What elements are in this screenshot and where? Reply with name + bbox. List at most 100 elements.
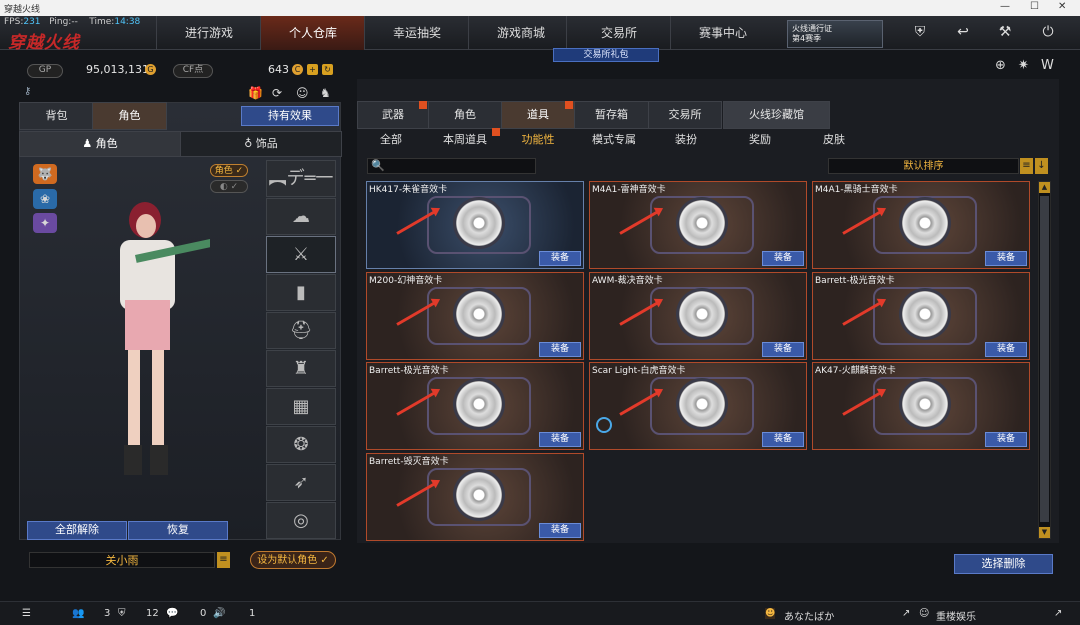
username[interactable]: あなたばか [784, 608, 834, 623]
expand-icon[interactable]: ↗ [902, 608, 910, 619]
wrench-icon[interactable]: ⚒ [995, 24, 1015, 42]
slot-helmet[interactable]: ⛑ [266, 312, 336, 349]
item-card[interactable]: M4A1-雷神音效卡 装备 [589, 181, 807, 269]
item-card[interactable]: HK417-朱雀音效卡 装备 [366, 181, 584, 269]
menu-icon[interactable]: ☰ [22, 608, 31, 619]
nav-inventory[interactable]: 个人仓库 [260, 16, 365, 50]
pet-icon[interactable]: ♞ [320, 86, 331, 100]
subtab-accessory[interactable]: ♁ 饰品 [180, 131, 342, 157]
gift-banner[interactable]: 交易所礼包 [553, 48, 659, 62]
slot-backpack[interactable]: ♜ [266, 350, 336, 387]
slot-badge[interactable]: ◎ [266, 502, 336, 539]
equip-button[interactable]: 装备 [762, 432, 804, 447]
nav-exchange[interactable]: 交易所 [566, 16, 671, 50]
wings-emblem-icon[interactable]: ❀ [33, 189, 57, 209]
item-card[interactable]: AK47-火麒麟音效卡 装备 [812, 362, 1030, 450]
equip-button[interactable]: 装备 [539, 523, 581, 538]
subtab-all[interactable]: 全部 [370, 131, 412, 147]
slot-secondary[interactable]: ☁ [266, 198, 336, 235]
preview-toggle[interactable]: ◐ ✓ [210, 180, 248, 193]
add-currency-icon[interactable]: + [307, 64, 318, 75]
wolf-emblem-icon[interactable]: 🐺 [33, 164, 57, 184]
scroll-up-icon[interactable]: ▲ [1039, 182, 1050, 193]
subtab-skin[interactable]: 皮肤 [813, 131, 855, 147]
restore-button[interactable]: 恢复 [128, 521, 228, 540]
unequip-all-button[interactable]: 全部解除 [27, 521, 127, 540]
friends-icon[interactable]: 👥 [72, 608, 84, 619]
tab-collection[interactable]: 火线珍藏馆 [723, 101, 830, 129]
equip-button[interactable]: 装备 [985, 342, 1027, 357]
item-card[interactable]: AWM-裁决音效卡 装备 [589, 272, 807, 360]
subtab-weekly[interactable]: 本周道具 [437, 131, 493, 147]
club-name[interactable]: 重楼娱乐 [936, 608, 976, 623]
equip-button[interactable]: 装备 [985, 432, 1027, 447]
player-name[interactable]: 关小雨 [29, 552, 215, 568]
subtab-outfit[interactable]: 装扮 [665, 131, 707, 147]
equip-button[interactable]: 装备 [762, 251, 804, 266]
battle-pass-banner[interactable]: 火线通行证 第4赛季 [787, 20, 883, 48]
search-field[interactable] [386, 160, 536, 174]
tab-storage[interactable]: 暂存箱 [574, 101, 649, 129]
slot-spray[interactable]: ❂ [266, 426, 336, 463]
tab-character[interactable]: 角色 [92, 102, 167, 130]
rotate-icon[interactable]: ⟳ [272, 86, 282, 100]
maximize-icon[interactable]: ☐ [1030, 1, 1039, 12]
subtab-functional[interactable]: 功能性 [515, 131, 561, 147]
item-card[interactable]: Barrett-毁灭音效卡 装备 [366, 453, 584, 541]
wing-logo-icon[interactable]: W [1041, 58, 1054, 73]
bulk-delete-button[interactable]: 选择删除 [954, 554, 1053, 574]
sort-direction-icon[interactable]: ↓ [1035, 158, 1048, 174]
slot-melee[interactable]: ⚔ [266, 236, 336, 273]
nav-events[interactable]: 赛事中心 [670, 16, 775, 50]
tab-items[interactable]: 道具 [501, 101, 575, 129]
return-icon[interactable]: ↩ [953, 24, 973, 42]
close-icon[interactable]: ✕ [1058, 1, 1066, 12]
tab-characters[interactable]: 角色 [428, 101, 502, 129]
item-card[interactable]: Barrett-极光音效卡 装备 [366, 362, 584, 450]
bird-emblem-icon[interactable]: ✦ [33, 213, 57, 233]
equip-button[interactable]: 装备 [539, 342, 581, 357]
item-card[interactable]: Scar Light-白虎音效卡 装备 [589, 362, 807, 450]
equip-button[interactable]: 装备 [762, 342, 804, 357]
power-icon[interactable]: ⏻ [1038, 24, 1058, 42]
effects-button[interactable]: 持有效果 [241, 106, 339, 126]
item-card[interactable]: M200-幻神音效卡 装备 [366, 272, 584, 360]
item-card[interactable]: Barrett-极光音效卡 装备 [812, 272, 1030, 360]
scroll-down-icon[interactable]: ▼ [1039, 527, 1050, 538]
shield-icon[interactable]: ⛨ [910, 24, 930, 42]
name-menu-icon[interactable]: ≡ [217, 552, 230, 568]
target-icon[interactable]: ⊕ [995, 58, 1006, 73]
tab-exchange[interactable]: 交易所 [648, 101, 722, 129]
slot-primary-weapon[interactable]: ︻デ═一 [266, 160, 336, 197]
nav-lottery[interactable]: 幸运抽奖 [364, 16, 469, 50]
slot-grenade[interactable]: ▮ [266, 274, 336, 311]
slot-item[interactable]: ➶ [266, 464, 336, 501]
pose-icon[interactable]: ☺ [296, 86, 309, 100]
equip-button[interactable]: 装备 [985, 251, 1027, 266]
search-input[interactable]: 🔍 [367, 158, 536, 174]
set-default-button[interactable]: 设为默认角色 ✓ [250, 551, 336, 569]
minimize-icon[interactable]: — [1000, 1, 1010, 12]
refresh-currency-icon[interactable]: ↻ [322, 64, 333, 75]
burst-icon[interactable]: ✷ [1018, 58, 1029, 73]
subtab-reward[interactable]: 奖励 [739, 131, 781, 147]
subtab-mode[interactable]: 模式专属 [586, 131, 642, 147]
equip-button[interactable]: 装备 [539, 432, 581, 447]
sort-menu-icon[interactable]: ≡ [1020, 158, 1033, 174]
character-badge[interactable]: 角色 ✓ [210, 164, 248, 177]
tab-bag[interactable]: 背包 [19, 102, 94, 130]
volume-icon[interactable]: 🔊 [213, 608, 225, 619]
item-card[interactable]: M4A1-黑骑士音效卡 装备 [812, 181, 1030, 269]
nav-play[interactable]: 进行游戏 [156, 16, 261, 50]
gift-box-icon[interactable]: 🎁 [248, 86, 263, 100]
key-icon[interactable]: ⚷ [24, 86, 31, 97]
scrollbar-track[interactable]: ▲ ▼ [1038, 181, 1051, 539]
slot-vest[interactable]: ▦ [266, 388, 336, 425]
subtab-character[interactable]: ♟ 角色 [19, 131, 181, 157]
expand-icon[interactable]: ↗ [1054, 608, 1062, 619]
sort-select[interactable]: 默认排序 [828, 158, 1019, 174]
nav-shop[interactable]: 游戏商城 [468, 16, 573, 50]
clan-icon[interactable]: ⛨ [118, 608, 126, 619]
scrollbar-thumb[interactable] [1040, 196, 1049, 522]
equip-button[interactable]: 装备 [539, 251, 581, 266]
